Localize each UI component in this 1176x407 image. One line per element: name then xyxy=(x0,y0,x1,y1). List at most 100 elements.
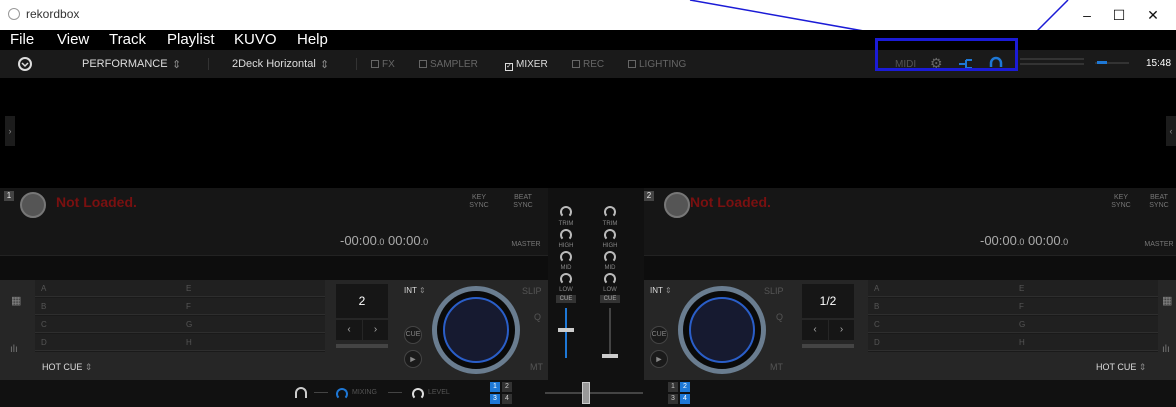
rec-checkbox[interactable]: REC xyxy=(572,59,604,70)
slip-button[interactable]: SLIP xyxy=(764,286,784,296)
quantize-button[interactable]: Q xyxy=(534,312,541,322)
pad-e[interactable]: E xyxy=(180,280,325,297)
key-sync-button[interactable]: KEY SYNC xyxy=(1106,194,1136,210)
layout-arrows-icon[interactable]: ⇕ xyxy=(320,58,329,71)
mid-eq-knob[interactable] xyxy=(604,251,616,263)
jog-wheel[interactable] xyxy=(678,286,766,374)
beat-jump-back-icon[interactable]: ‹ xyxy=(336,320,362,340)
pad-mode-selector[interactable]: HOT CUE ⇕ xyxy=(42,362,92,373)
master-button[interactable]: MASTER xyxy=(508,241,544,249)
master-tempo-button[interactable]: MT xyxy=(770,362,783,372)
channel-cue-button[interactable]: CUE xyxy=(600,295,620,303)
int-selector[interactable]: INT ⇕ xyxy=(650,286,672,295)
pad-grid-icon[interactable]: ▦ xyxy=(11,294,21,307)
pad-a[interactable]: A xyxy=(868,280,1013,297)
deck-2-waveform[interactable] xyxy=(644,255,1176,280)
pad-grid-icon[interactable]: ▦ xyxy=(1162,294,1172,307)
beat-jump-forward-icon[interactable]: › xyxy=(363,320,388,340)
waveform-toggle-icon[interactable]: ılı xyxy=(10,344,18,355)
slip-button[interactable]: SLIP xyxy=(522,286,542,296)
lighting-checkbox[interactable]: LIGHTING xyxy=(628,59,686,70)
beat-sync-button[interactable]: BEAT SYNC xyxy=(508,194,538,210)
channel-cue-button[interactable]: CUE xyxy=(556,295,576,303)
waveform-toggle-icon[interactable]: ılı xyxy=(1162,344,1170,355)
expand-right-icon[interactable]: ‹ xyxy=(1166,116,1176,146)
beat-jump-value[interactable]: 1/2 xyxy=(802,284,854,318)
jog-platter[interactable] xyxy=(689,297,755,363)
layout-selector[interactable]: 2Deck Horizontal xyxy=(232,58,316,70)
deck-select-4[interactable]: 4 xyxy=(502,394,512,404)
menu-view[interactable]: View xyxy=(57,31,89,48)
channel-fader-track[interactable] xyxy=(565,308,567,358)
crossfader-track[interactable] xyxy=(545,392,643,394)
master-volume-handle[interactable] xyxy=(1097,61,1107,64)
deck-select-3[interactable]: 3 xyxy=(490,394,500,404)
pad-a[interactable]: A xyxy=(35,280,180,297)
quantize-button[interactable]: Q xyxy=(776,312,783,322)
pad-b[interactable]: B xyxy=(868,298,1013,315)
menu-file[interactable]: File xyxy=(10,31,34,48)
deck-select-1[interactable]: 1 xyxy=(668,382,678,392)
master-button[interactable]: MASTER xyxy=(1142,241,1176,249)
rekordbox-logo-icon[interactable] xyxy=(18,57,32,71)
deck-select-4[interactable]: 4 xyxy=(680,394,690,404)
jog-platter[interactable] xyxy=(443,297,509,363)
channel-fader-handle[interactable] xyxy=(558,328,574,332)
int-selector[interactable]: INT ⇕ xyxy=(404,286,426,295)
pad-e[interactable]: E xyxy=(1013,280,1158,297)
menu-kuvo[interactable]: KUVO xyxy=(234,31,277,48)
mode-selector[interactable]: PERFORMANCE xyxy=(82,58,168,70)
beat-jump-value[interactable]: 2 xyxy=(336,284,388,318)
pad-h[interactable]: H xyxy=(180,334,325,351)
channel-fader-track[interactable] xyxy=(609,308,611,358)
pad-f[interactable]: F xyxy=(180,298,325,315)
low-eq-knob[interactable] xyxy=(604,273,616,285)
deck-select-1[interactable]: 1 xyxy=(490,382,500,392)
menu-playlist[interactable]: Playlist xyxy=(167,31,215,48)
beat-sync-button[interactable]: BEAT SYNC xyxy=(1144,194,1174,210)
mid-eq-knob[interactable] xyxy=(560,251,572,263)
low-eq-knob[interactable] xyxy=(560,273,572,285)
cue-button[interactable]: CUE xyxy=(650,326,668,344)
pad-g[interactable]: G xyxy=(1013,316,1158,333)
deck-select-3[interactable]: 3 xyxy=(668,394,678,404)
pad-f[interactable]: F xyxy=(1013,298,1158,315)
menu-help[interactable]: Help xyxy=(297,31,328,48)
headphone-mixing-knob[interactable] xyxy=(336,388,348,400)
fx-checkbox[interactable]: FX xyxy=(371,59,395,70)
crossfader-handle[interactable] xyxy=(582,382,590,404)
pad-mode-selector[interactable]: HOT CUE ⇕ xyxy=(1096,362,1146,373)
pad-c[interactable]: C xyxy=(35,316,180,333)
high-eq-knob[interactable] xyxy=(560,229,572,241)
pad-g[interactable]: G xyxy=(180,316,325,333)
headphone-level-knob[interactable] xyxy=(412,388,424,400)
pad-d[interactable]: D xyxy=(35,334,180,351)
beat-jump-forward-icon[interactable]: › xyxy=(829,320,854,340)
pad-d[interactable]: D xyxy=(868,334,1013,351)
master-volume-slider[interactable] xyxy=(1095,61,1129,64)
headphones-icon[interactable] xyxy=(294,386,308,400)
master-tempo-button[interactable]: MT xyxy=(530,362,543,372)
jog-wheel[interactable] xyxy=(432,286,520,374)
trim-knob[interactable] xyxy=(560,206,572,218)
expand-left-icon[interactable]: › xyxy=(5,116,15,146)
mode-arrows-icon[interactable]: ⇕ xyxy=(172,58,181,71)
pad-c[interactable]: C xyxy=(868,316,1013,333)
deck-select-2[interactable]: 2 xyxy=(502,382,512,392)
play-button[interactable]: ► xyxy=(404,350,422,368)
high-eq-knob[interactable] xyxy=(604,229,616,241)
time-display[interactable]: -00:00.0 00:00.0 xyxy=(340,233,428,248)
sampler-checkbox[interactable]: SAMPLER xyxy=(419,59,478,70)
play-button[interactable]: ► xyxy=(650,350,668,368)
time-display[interactable]: -00:00.0 00:00.0 xyxy=(980,233,1068,248)
menu-track[interactable]: Track xyxy=(109,31,146,48)
deck-select-2[interactable]: 2 xyxy=(680,382,690,392)
beat-jump-back-icon[interactable]: ‹ xyxy=(802,320,828,340)
pad-h[interactable]: H xyxy=(1013,334,1158,351)
key-sync-button[interactable]: KEY SYNC xyxy=(464,194,494,210)
pad-b[interactable]: B xyxy=(35,298,180,315)
mixer-checkbox[interactable]: ✓ MIXER xyxy=(505,59,548,71)
channel-fader-handle[interactable] xyxy=(602,354,618,358)
deck-1-waveform[interactable] xyxy=(0,255,548,280)
trim-knob[interactable] xyxy=(604,206,616,218)
